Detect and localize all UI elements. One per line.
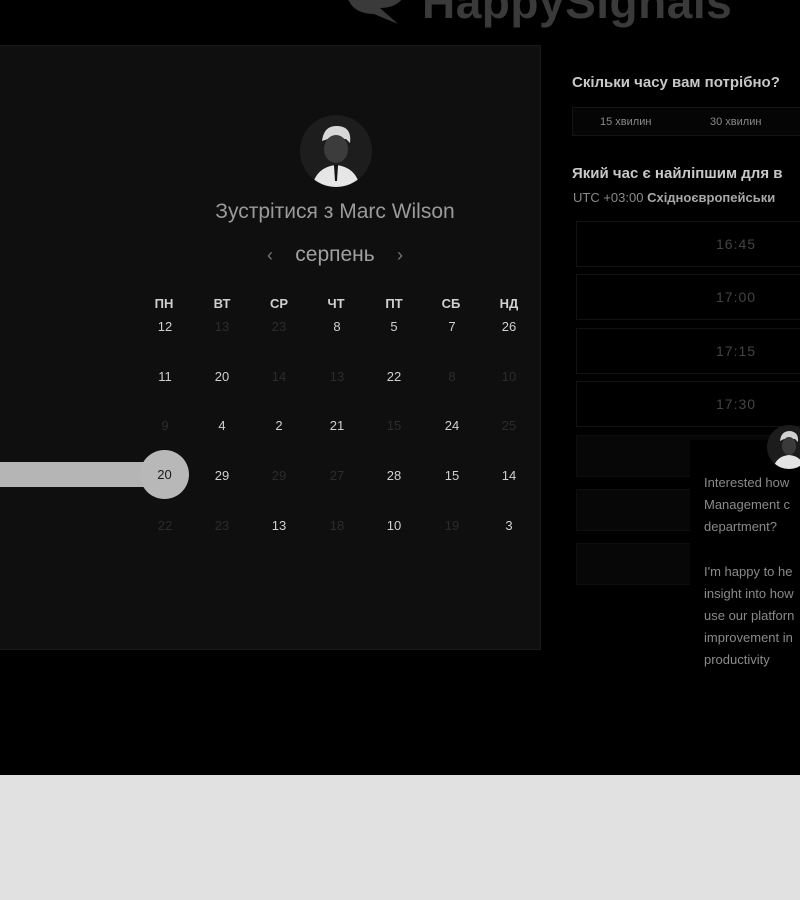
timezone-offset: UTC +03:00 — [573, 190, 644, 205]
calendar-day[interactable]: 7 — [432, 319, 472, 334]
calendar-day[interactable]: 2 — [259, 418, 299, 433]
host-avatar — [300, 115, 372, 187]
calendar-day: 23 — [214, 518, 230, 533]
calendar-day[interactable]: 20 — [202, 369, 242, 384]
chat-message-line: Management c — [704, 497, 790, 512]
weekday-thu: ЧТ — [327, 296, 345, 311]
calendar-day: 22 — [157, 518, 173, 533]
chat-message-line: insight into how — [704, 586, 794, 601]
prev-month-icon[interactable]: ‹ — [260, 245, 280, 266]
time-slot[interactable]: 16:45 — [576, 221, 800, 267]
weekday-tue: ВТ — [213, 296, 231, 311]
calendar-day: 8 — [448, 369, 456, 384]
calendar-day: 19 — [444, 518, 460, 533]
calendar-day: 15 — [386, 418, 402, 433]
chat-message-line: productivity — [704, 652, 770, 667]
month-label: серпень — [295, 243, 375, 266]
calendar-day[interactable]: 24 — [432, 418, 472, 433]
weekday-fri: ПТ — [385, 296, 403, 311]
calendar-day: 27 — [329, 468, 345, 483]
duration-selector: 15 хвилин 30 хвилин — [572, 107, 800, 136]
calendar-day[interactable]: 11 — [145, 369, 185, 384]
calendar-day[interactable]: 5 — [374, 319, 414, 334]
meeting-title: Зустрітися з Marc Wilson — [215, 200, 455, 223]
calendar-day[interactable]: 14 — [489, 468, 529, 483]
calendar-day: 10 — [501, 369, 517, 384]
chat-message-line: department? — [704, 519, 777, 534]
calendar-day: 25 — [501, 418, 517, 433]
month-navigator: ‹ серпень › — [260, 240, 410, 270]
weekday-sun: НД — [499, 296, 519, 311]
calendar-day[interactable]: 12 — [145, 319, 185, 334]
calendar-day[interactable]: 8 — [317, 319, 357, 334]
calendar-card — [0, 45, 541, 650]
calendar-day[interactable]: 21 — [317, 418, 357, 433]
timezone-name: Східноєвропейськи — [647, 190, 776, 205]
calendar-day: 9 — [161, 418, 169, 433]
time-slot[interactable]: 17:15 — [576, 328, 800, 374]
time-slot[interactable]: 17:00 — [576, 274, 800, 320]
calendar-day[interactable]: 4 — [202, 418, 242, 433]
duration-question: Скільки часу вам потрібно? — [572, 74, 780, 91]
weekday-sat: СБ — [441, 296, 461, 311]
logo-icon — [340, 0, 412, 30]
logo-text: HappySignals — [422, 0, 733, 28]
calendar-day: 29 — [271, 468, 287, 483]
weekday-mon: ПН — [154, 296, 174, 311]
booking-page: HappySignals Зустрітися з Marc Wilson ‹ … — [0, 0, 800, 775]
calendar-day[interactable]: 26 — [489, 319, 529, 334]
calendar-day[interactable]: 22 — [374, 369, 414, 384]
time-slot-label: 17:00 — [716, 289, 757, 305]
calendar-day[interactable]: 15 — [432, 468, 472, 483]
chat-message-line: I'm happy to he — [704, 564, 793, 579]
happysignals-logo: HappySignals — [340, 0, 732, 30]
page-footer-area — [0, 775, 800, 900]
weekday-wed: СР — [269, 296, 289, 311]
chat-message-line: use our platforn — [704, 608, 795, 623]
duration-option-30[interactable]: 30 хвилин — [710, 116, 761, 128]
time-slot-label: 17:30 — [716, 396, 757, 412]
calendar-day[interactable]: 3 — [489, 518, 529, 533]
duration-option-15[interactable]: 15 хвилин — [600, 116, 651, 128]
calendar-day[interactable]: 29 — [202, 468, 242, 483]
chat-message-line: Interested how — [704, 475, 790, 490]
calendar-day: 13 — [329, 369, 345, 384]
calendar-day: 14 — [271, 369, 287, 384]
time-slot[interactable]: 17:30 — [576, 381, 800, 427]
timezone-label[interactable]: UTC +03:00 Східноєвропейськи — [573, 190, 775, 205]
calendar-day[interactable]: 10 — [374, 518, 414, 533]
time-slot-label: 17:15 — [716, 343, 757, 359]
chat-message-line: improvement in — [704, 630, 793, 645]
time-slot-label: 16:45 — [716, 236, 757, 252]
selected-day[interactable]: 20 — [140, 450, 189, 499]
calendar-day: 18 — [329, 518, 345, 533]
calendar-day: 23 — [271, 319, 287, 334]
next-month-icon[interactable]: › — [390, 245, 410, 266]
calendar-day[interactable]: 13 — [259, 518, 299, 533]
calendar-day: 13 — [214, 319, 230, 334]
time-question: Який час є найліпшим для в — [572, 165, 783, 182]
calendar-day[interactable]: 28 — [374, 468, 414, 483]
